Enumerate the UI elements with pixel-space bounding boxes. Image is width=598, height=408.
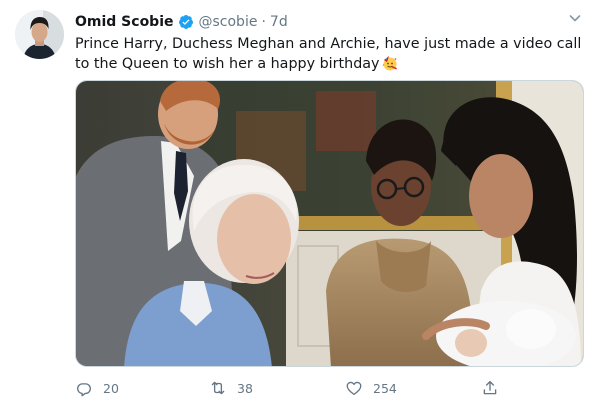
tweet-text: Prince Harry, Duchess Meghan and Archie,… <box>75 34 590 74</box>
retweet-count: 38 <box>237 380 253 396</box>
verified-badge-icon <box>178 14 194 30</box>
separator-dot: · <box>261 14 266 30</box>
reply-icon <box>76 383 92 397</box>
reply-count: 20 <box>103 380 119 396</box>
tweet-timestamp[interactable]: 7d <box>270 14 288 30</box>
tweet-card[interactable]: Omid Scobie @scobie · 7d Prince Harry, D… <box>0 0 598 408</box>
heart-icon <box>346 381 362 396</box>
tweet-photo[interactable] <box>75 80 584 367</box>
user-name[interactable]: Omid Scobie <box>75 14 174 30</box>
retweet-button[interactable]: 38 <box>209 376 253 400</box>
reply-button[interactable]: 20 <box>75 376 119 400</box>
like-count: 254 <box>373 380 397 396</box>
retweet-icon <box>211 381 225 395</box>
party-face-emoji-icon <box>381 55 399 71</box>
tweet-header: Omid Scobie @scobie · 7d <box>75 12 288 32</box>
like-button[interactable]: 254 <box>345 376 397 400</box>
share-icon <box>483 380 497 395</box>
avatar[interactable] <box>15 10 64 59</box>
chevron-down-icon[interactable] <box>567 10 583 26</box>
tweet-text-body: Prince Harry, Duchess Meghan and Archie,… <box>75 36 582 72</box>
user-handle[interactable]: @scobie <box>199 14 258 30</box>
tweet-actions: 20 38 254 <box>75 376 584 400</box>
share-button[interactable] <box>481 376 499 400</box>
